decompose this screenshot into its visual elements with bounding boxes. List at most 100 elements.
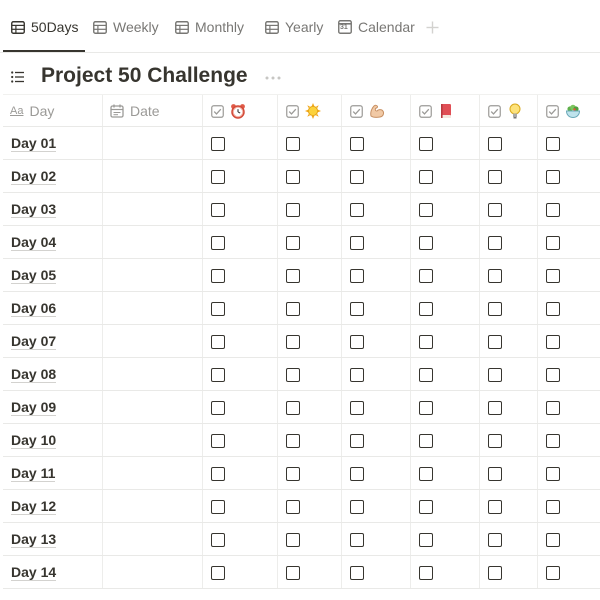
habit-checkbox-5[interactable] — [488, 137, 502, 151]
table-row[interactable]: Day 09 — [3, 391, 600, 424]
habit-checkbox-3[interactable] — [350, 236, 364, 250]
tab-weekly[interactable]: Weekly — [93, 16, 159, 38]
day-cell[interactable]: Day 05 — [11, 267, 57, 284]
day-cell[interactable]: Day 14 — [11, 564, 57, 581]
day-cell[interactable]: Day 04 — [11, 234, 57, 251]
habit-checkbox-4[interactable] — [419, 434, 433, 448]
date-cell[interactable] — [103, 193, 202, 225]
tab-50days[interactable]: 50Days — [11, 16, 78, 38]
habit-checkbox-3[interactable] — [350, 203, 364, 217]
habit-checkbox-1[interactable] — [211, 566, 225, 580]
habit-checkbox-4[interactable] — [419, 302, 433, 316]
day-cell[interactable]: Day 03 — [11, 201, 57, 218]
habit-checkbox-1[interactable] — [211, 401, 225, 415]
habit-checkbox-4[interactable] — [419, 170, 433, 184]
day-cell[interactable]: Day 02 — [11, 168, 57, 185]
habit-checkbox-5[interactable] — [488, 203, 502, 217]
table-row[interactable]: Day 10 — [3, 424, 600, 457]
habit-checkbox-4[interactable] — [419, 566, 433, 580]
habit-checkbox-2[interactable] — [286, 302, 300, 316]
database-title[interactable]: Project 50 Challenge — [41, 64, 248, 88]
habit-checkbox-3[interactable] — [350, 137, 364, 151]
column-header-date[interactable]: Date — [110, 95, 160, 127]
habit-checkbox-1[interactable] — [211, 368, 225, 382]
column-header-alarm[interactable] — [211, 95, 246, 127]
date-cell[interactable] — [103, 259, 202, 291]
habit-checkbox-2[interactable] — [286, 137, 300, 151]
habit-checkbox-5[interactable] — [488, 236, 502, 250]
habit-checkbox-1[interactable] — [211, 137, 225, 151]
habit-checkbox-2[interactable] — [286, 203, 300, 217]
date-cell[interactable] — [103, 160, 202, 192]
column-header-salad[interactable] — [546, 95, 581, 127]
more-options-icon[interactable] — [265, 76, 281, 80]
habit-checkbox-4[interactable] — [419, 533, 433, 547]
table-row[interactable]: Day 12 — [3, 490, 600, 523]
tab-yearly[interactable]: Yearly — [265, 16, 323, 38]
table-row[interactable]: Day 05 — [3, 259, 600, 292]
date-cell[interactable] — [103, 523, 202, 555]
table-row[interactable]: Day 06 — [3, 292, 600, 325]
habit-checkbox-2[interactable] — [286, 434, 300, 448]
tab-calendar[interactable]: 31 Calendar — [338, 16, 415, 38]
date-cell[interactable] — [103, 127, 202, 159]
column-header-book[interactable] — [419, 95, 454, 127]
day-cell[interactable]: Day 09 — [11, 399, 57, 416]
table-row[interactable]: Day 11 — [3, 457, 600, 490]
table-row[interactable]: Day 03 — [3, 193, 600, 226]
habit-checkbox-1[interactable] — [211, 335, 225, 349]
habit-checkbox-4[interactable] — [419, 467, 433, 481]
day-cell[interactable]: Day 07 — [11, 333, 57, 350]
habit-checkbox-2[interactable] — [286, 566, 300, 580]
habit-checkbox-6[interactable] — [546, 302, 560, 316]
habit-checkbox-4[interactable] — [419, 500, 433, 514]
habit-checkbox-3[interactable] — [350, 566, 364, 580]
habit-checkbox-1[interactable] — [211, 467, 225, 481]
habit-checkbox-5[interactable] — [488, 335, 502, 349]
habit-checkbox-5[interactable] — [488, 401, 502, 415]
habit-checkbox-3[interactable] — [350, 368, 364, 382]
habit-checkbox-5[interactable] — [488, 170, 502, 184]
habit-checkbox-6[interactable] — [546, 566, 560, 580]
habit-checkbox-3[interactable] — [350, 467, 364, 481]
habit-checkbox-4[interactable] — [419, 137, 433, 151]
habit-checkbox-6[interactable] — [546, 170, 560, 184]
date-cell[interactable] — [103, 457, 202, 489]
habit-checkbox-2[interactable] — [286, 500, 300, 514]
habit-checkbox-6[interactable] — [546, 401, 560, 415]
habit-checkbox-5[interactable] — [488, 566, 502, 580]
table-row[interactable]: Day 04 — [3, 226, 600, 259]
date-cell[interactable] — [103, 358, 202, 390]
date-cell[interactable] — [103, 424, 202, 456]
day-cell[interactable]: Day 11 — [11, 465, 56, 482]
habit-checkbox-3[interactable] — [350, 434, 364, 448]
habit-checkbox-3[interactable] — [350, 335, 364, 349]
tab-monthly[interactable]: Monthly — [175, 16, 244, 38]
column-header-bulb[interactable] — [488, 95, 523, 127]
habit-checkbox-4[interactable] — [419, 269, 433, 283]
habit-checkbox-2[interactable] — [286, 335, 300, 349]
date-cell[interactable] — [103, 325, 202, 357]
habit-checkbox-1[interactable] — [211, 236, 225, 250]
table-row[interactable]: Day 02 — [3, 160, 600, 193]
habit-checkbox-1[interactable] — [211, 533, 225, 547]
habit-checkbox-6[interactable] — [546, 236, 560, 250]
habit-checkbox-6[interactable] — [546, 269, 560, 283]
habit-checkbox-1[interactable] — [211, 170, 225, 184]
table-row[interactable]: Day 08 — [3, 358, 600, 391]
day-cell[interactable]: Day 13 — [11, 531, 57, 548]
day-cell[interactable]: Day 06 — [11, 300, 57, 317]
habit-checkbox-5[interactable] — [488, 467, 502, 481]
habit-checkbox-1[interactable] — [211, 203, 225, 217]
habit-checkbox-6[interactable] — [546, 203, 560, 217]
habit-checkbox-5[interactable] — [488, 500, 502, 514]
column-header-sun[interactable] — [286, 95, 321, 127]
habit-checkbox-2[interactable] — [286, 401, 300, 415]
habit-checkbox-4[interactable] — [419, 203, 433, 217]
habit-checkbox-6[interactable] — [546, 368, 560, 382]
habit-checkbox-4[interactable] — [419, 236, 433, 250]
habit-checkbox-3[interactable] — [350, 269, 364, 283]
habit-checkbox-6[interactable] — [546, 533, 560, 547]
add-view-icon[interactable] — [426, 21, 439, 34]
column-header-biceps[interactable] — [350, 95, 385, 127]
